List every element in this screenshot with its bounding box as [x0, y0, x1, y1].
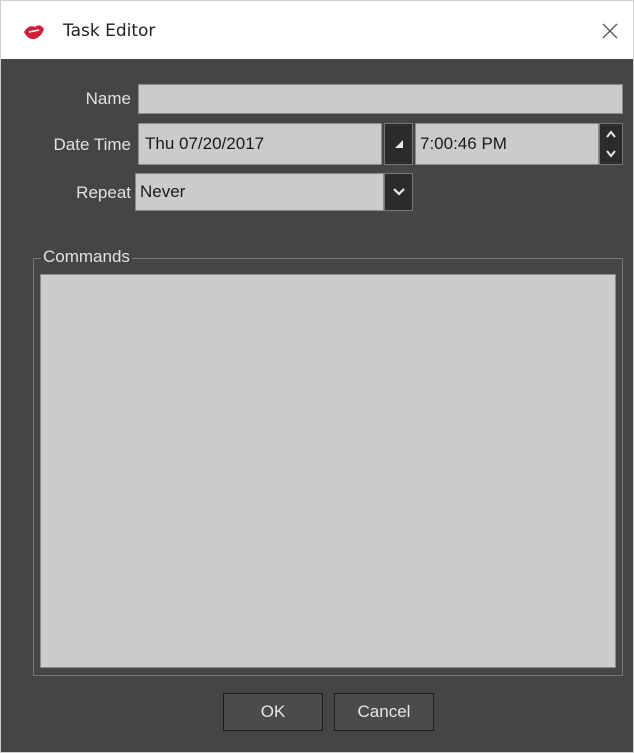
commands-group-label: Commands	[41, 247, 132, 267]
chevron-down-icon[interactable]	[600, 144, 622, 164]
name-input[interactable]	[138, 84, 623, 114]
close-button[interactable]	[587, 11, 633, 51]
commands-list[interactable]	[40, 274, 616, 668]
date-picker-button[interactable]	[384, 123, 413, 165]
window-title: Task Editor	[63, 21, 156, 41]
task-editor-window: Task Editor Name Date Time Thu 07/20/201…	[0, 0, 634, 753]
repeat-label: Repeat	[76, 183, 131, 202]
app-logo-icon	[24, 25, 44, 40]
repeat-select[interactable]: Never	[135, 173, 384, 211]
name-label: Name	[85, 89, 131, 108]
time-spinner[interactable]	[599, 123, 623, 165]
calendar-dropdown-icon	[394, 140, 403, 148]
time-field[interactable]: 7:00:46 PM	[415, 123, 599, 165]
title-bar[interactable]: Task Editor	[1, 1, 633, 59]
chevron-up-icon[interactable]	[600, 124, 622, 144]
date-time-label: Date Time	[53, 135, 131, 154]
close-icon	[602, 23, 618, 39]
cancel-button[interactable]: Cancel	[334, 693, 434, 731]
date-field[interactable]: Thu 07/20/2017	[138, 123, 382, 165]
chevron-down-icon	[392, 188, 405, 196]
repeat-dropdown-button[interactable]	[384, 173, 413, 211]
ok-button[interactable]: OK	[223, 693, 323, 731]
